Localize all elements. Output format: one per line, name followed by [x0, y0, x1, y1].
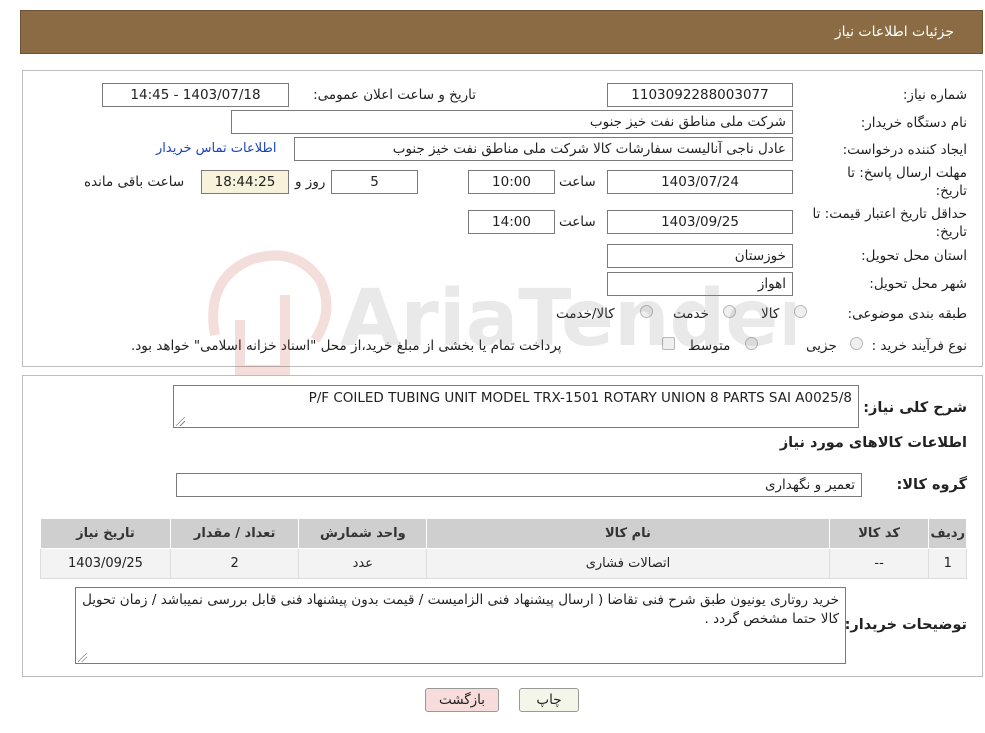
process-medium-label: متوسط	[688, 338, 731, 354]
announce-date-field: 1403/07/18 - 14:45	[102, 83, 289, 107]
city-label: شهر محل تحویل:	[869, 276, 967, 292]
cell-quantity: 2	[169, 548, 300, 579]
deadline-time-label: ساعت	[559, 174, 596, 190]
category-goods-service-radio[interactable]	[640, 305, 653, 318]
goods-info-title: اطلاعات کالاهای مورد نیاز	[779, 435, 967, 451]
goods-table: ردیف کد کالا نام کالا واحد شمارش تعداد /…	[40, 518, 967, 579]
buyer-org-field: شرکت ملی مناطق نفت خیز جنوب	[231, 110, 793, 134]
resize-grip-icon[interactable]	[176, 417, 185, 426]
category-service-radio[interactable]	[723, 305, 736, 318]
price-validity-time-field: 14:00	[468, 210, 555, 234]
col-unit: واحد شمارش	[298, 518, 428, 549]
page-header: جزئیات اطلاعات نیاز	[20, 10, 983, 54]
process-minor-label: جزیی	[806, 338, 837, 354]
deadline-time-field: 10:00	[468, 170, 555, 194]
category-goods-label: کالا	[761, 306, 780, 322]
process-minor-radio[interactable]	[850, 337, 863, 350]
creator-field: عادل ناجی آنالیست سفارشات کالا شرکت ملی …	[294, 137, 793, 161]
buyer-org-label: نام دستگاه خریدار:	[860, 115, 967, 131]
col-need-date: تاریخ نیاز	[40, 518, 171, 549]
province-field: خوزستان	[607, 244, 793, 268]
need-number-field: 1103092288003077	[607, 83, 793, 107]
buyer-notes-text: خرید روتاری یونیون طبق شرح فنی تقاضا ( ا…	[82, 592, 839, 627]
page-title: جزئیات اطلاعات نیاز	[834, 24, 954, 40]
process-medium-radio[interactable]	[745, 337, 758, 350]
print-button[interactable]: چاپ	[519, 688, 579, 712]
announce-date-label: تاریخ و ساعت اعلان عمومی:	[313, 87, 476, 103]
purchase-process-label: نوع فرآیند خرید :	[871, 338, 967, 354]
city-field: اهواز	[607, 272, 793, 296]
buyer-contact-link[interactable]: اطلاعات تماس خریدار	[156, 141, 276, 156]
price-validity-time-label: ساعت	[559, 214, 596, 230]
deadline-date-field: 1403/07/24	[607, 170, 793, 194]
cell-unit: عدد	[298, 548, 428, 579]
description-textarea[interactable]: P/F COILED TUBING UNIT MODEL TRX-1501 RO…	[173, 385, 859, 428]
treasury-payment-note: پرداخت تمام یا بخشی از مبلغ خرید،از محل …	[131, 338, 562, 354]
cell-goods-code: --	[828, 548, 930, 579]
col-row-number: ردیف	[928, 518, 967, 549]
goods-group-label: گروه کالا:	[896, 477, 967, 493]
cell-row-number: 1	[928, 548, 967, 579]
cell-goods-name: اتصالات فشاری	[426, 548, 830, 579]
price-validity-label: حداقل تاریخ اعتبار قیمت: تا تاریخ:	[812, 206, 967, 240]
back-button[interactable]: بازگشت	[425, 688, 499, 712]
need-number-label: شماره نیاز:	[902, 87, 967, 103]
description-label: شرح کلی نیاز:	[863, 400, 967, 416]
creator-label: ایجاد کننده درخواست:	[842, 142, 967, 158]
category-label: طبقه بندی موضوعی:	[847, 306, 967, 322]
category-goods-radio[interactable]	[794, 305, 807, 318]
category-goods-service-label: کالا/خدمت	[556, 306, 615, 322]
price-validity-date-field: 1403/09/25	[607, 210, 793, 234]
goods-group-field: تعمیر و نگهداری	[176, 473, 862, 497]
remaining-time-field: 18:44:25	[201, 170, 289, 194]
cell-need-date: 1403/09/25	[40, 548, 171, 579]
remaining-time-label: ساعت باقی مانده	[84, 174, 185, 190]
resize-grip-icon[interactable]	[78, 653, 87, 662]
days-label: روز و	[295, 174, 326, 190]
table-row: 1 -- اتصالات فشاری عدد 2 1403/09/25	[40, 548, 967, 579]
category-service-label: خدمت	[673, 306, 709, 322]
province-label: استان محل تحویل:	[861, 248, 967, 264]
goods-table-header-row: ردیف کد کالا نام کالا واحد شمارش تعداد /…	[40, 518, 967, 549]
description-text: P/F COILED TUBING UNIT MODEL TRX-1501 RO…	[308, 390, 852, 406]
col-goods-code: کد کالا	[828, 518, 930, 549]
col-goods-name: نام کالا	[426, 518, 830, 549]
days-remaining-field: 5	[331, 170, 418, 194]
deadline-label: مهلت ارسال پاسخ: تا تاریخ:	[847, 165, 967, 199]
buyer-notes-label: توضیحات خریدار:	[844, 617, 967, 633]
buyer-notes-textarea[interactable]: خرید روتاری یونیون طبق شرح فنی تقاضا ( ا…	[75, 587, 846, 664]
treasury-checkbox[interactable]	[662, 337, 675, 350]
col-quantity: تعداد / مقدار	[169, 518, 300, 549]
